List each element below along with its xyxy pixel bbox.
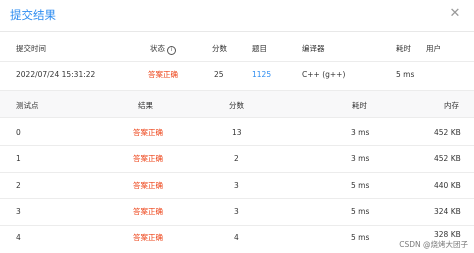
test-score: 3 <box>234 207 239 216</box>
test-score: 2 <box>234 154 239 163</box>
test-memory: 452 KB <box>434 128 461 137</box>
test-score: 13 <box>232 128 242 137</box>
status-badge: 答案正确 <box>148 70 178 79</box>
close-icon[interactable]: ✕ <box>448 7 462 21</box>
col-header-problem: 题目 <box>252 44 267 53</box>
test-id: 4 <box>16 233 21 242</box>
dialog-header: 提交结果 ✕ <box>0 0 474 32</box>
test-result: 答案正确 <box>133 207 163 216</box>
submit-time: 2022/07/24 15:31:22 <box>16 70 96 79</box>
compiler-name: C++ (g++) <box>302 70 346 79</box>
dialog-title: 提交结果 <box>10 8 56 22</box>
submission-score: 25 <box>214 70 224 79</box>
test-id: 1 <box>16 154 21 163</box>
col-header-user: 用户 <box>426 44 441 53</box>
col-header-test-time: 耗时 <box>352 101 367 110</box>
col-header-submit-time: 提交时间 <box>16 44 46 53</box>
col-header-status: 状态 i <box>150 44 176 55</box>
test-time: 5 ms <box>351 233 370 242</box>
test-score: 3 <box>234 181 239 190</box>
test-memory: 440 KB <box>434 181 461 190</box>
divider <box>0 225 474 226</box>
test-time: 5 ms <box>351 181 370 190</box>
problem-link[interactable]: 1125 <box>252 70 271 80</box>
col-header-compiler: 编译器 <box>302 44 325 53</box>
test-result: 答案正确 <box>133 128 163 137</box>
test-result: 答案正确 <box>133 233 163 242</box>
test-time: 3 ms <box>351 154 370 163</box>
col-header-memory: 内存 <box>444 101 459 110</box>
test-memory: 452 KB <box>434 154 461 163</box>
divider <box>0 61 474 62</box>
submission-elapsed: 5 ms <box>396 70 415 79</box>
watermark: CSDN @烧烤大团子 <box>399 240 468 249</box>
info-icon[interactable]: i <box>167 46 176 55</box>
col-header-elapsed: 耗时 <box>396 44 411 53</box>
test-result: 答案正确 <box>133 154 163 163</box>
divider <box>0 172 474 173</box>
test-memory: 324 KB <box>434 207 461 216</box>
test-time: 3 ms <box>351 128 370 137</box>
divider <box>0 198 474 199</box>
col-header-test-point: 测试点 <box>16 101 39 110</box>
test-id: 3 <box>16 207 21 216</box>
col-header-result: 结果 <box>138 101 153 110</box>
test-id: 0 <box>16 128 21 137</box>
col-header-score: 分数 <box>212 44 227 53</box>
test-score: 4 <box>234 233 239 242</box>
divider <box>0 117 474 118</box>
divider <box>0 145 474 146</box>
col-header-status-label: 状态 <box>150 44 165 53</box>
test-id: 2 <box>16 181 21 190</box>
test-time: 5 ms <box>351 207 370 216</box>
col-header-test-score: 分数 <box>229 101 244 110</box>
test-result: 答案正确 <box>133 181 163 190</box>
